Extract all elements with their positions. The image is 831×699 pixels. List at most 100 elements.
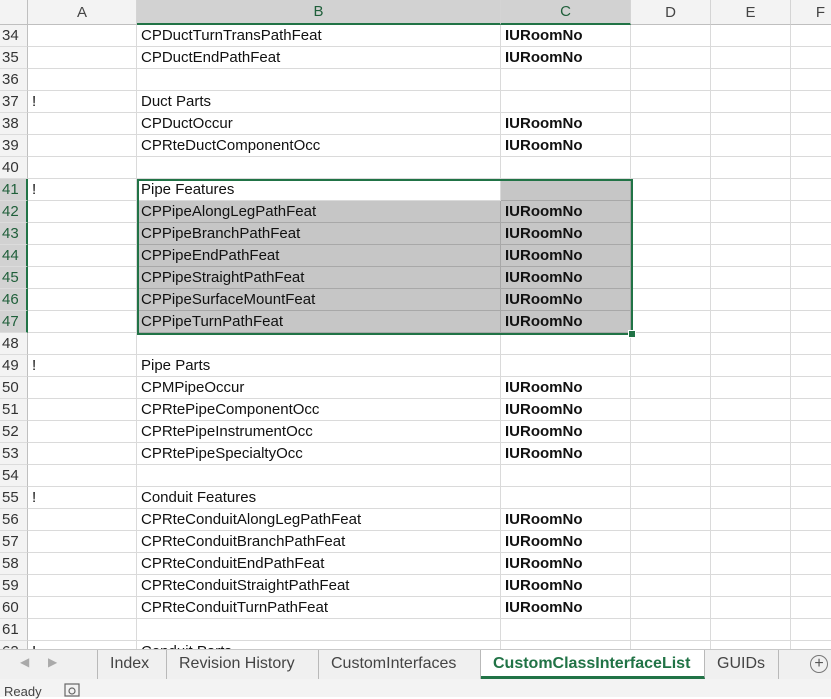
cell-e[interactable]: [711, 47, 791, 69]
cell-d[interactable]: [631, 421, 711, 443]
cell-a[interactable]: [28, 157, 137, 179]
cell-d[interactable]: [631, 179, 711, 201]
cell-c[interactable]: IURoomNo: [501, 223, 631, 245]
cell-f[interactable]: [791, 135, 831, 157]
cell-a[interactable]: !: [28, 641, 137, 649]
cell-b[interactable]: CPRteConduitStraightPathFeat: [137, 575, 501, 597]
row-header[interactable]: 62: [0, 641, 28, 649]
cell-c[interactable]: [501, 465, 631, 487]
cell-a[interactable]: [28, 289, 137, 311]
cell-f[interactable]: [791, 487, 831, 509]
macro-record-icon[interactable]: [64, 683, 80, 697]
sheet-tab-revision-history[interactable]: Revision History: [167, 650, 319, 679]
cell-f[interactable]: [791, 641, 831, 649]
cell-a[interactable]: [28, 113, 137, 135]
cell-a[interactable]: [28, 333, 137, 355]
cell-f[interactable]: [791, 157, 831, 179]
cell-e[interactable]: [711, 135, 791, 157]
cell-b[interactable]: CPRteConduitBranchPathFeat: [137, 531, 501, 553]
column-header-e[interactable]: E: [711, 0, 791, 25]
cell-e[interactable]: [711, 487, 791, 509]
cell-d[interactable]: [631, 641, 711, 649]
cell-b[interactable]: Pipe Features: [137, 179, 501, 201]
sheet-tab-guids[interactable]: GUIDs: [705, 650, 779, 679]
cell-d[interactable]: [631, 113, 711, 135]
cell-d[interactable]: [631, 465, 711, 487]
cell-f[interactable]: [791, 465, 831, 487]
cell-f[interactable]: [791, 69, 831, 91]
cell-e[interactable]: [711, 91, 791, 113]
row-header[interactable]: 54: [0, 465, 28, 487]
cell-e[interactable]: [711, 399, 791, 421]
row-header[interactable]: 61: [0, 619, 28, 641]
cell-c[interactable]: IURoomNo: [501, 135, 631, 157]
cell-e[interactable]: [711, 267, 791, 289]
row-header[interactable]: 57: [0, 531, 28, 553]
cell-b[interactable]: [137, 69, 501, 91]
cell-c[interactable]: IURoomNo: [501, 597, 631, 619]
cell-c[interactable]: IURoomNo: [501, 47, 631, 69]
cell-c[interactable]: [501, 619, 631, 641]
cell-a[interactable]: [28, 509, 137, 531]
cell-d[interactable]: [631, 399, 711, 421]
cell-c[interactable]: IURoomNo: [501, 113, 631, 135]
cell-d[interactable]: [631, 531, 711, 553]
cell-b[interactable]: CPPipeBranchPathFeat: [137, 223, 501, 245]
cell-f[interactable]: [791, 597, 831, 619]
cell-a[interactable]: [28, 575, 137, 597]
row-header[interactable]: 51: [0, 399, 28, 421]
cell-e[interactable]: [711, 333, 791, 355]
row-header[interactable]: 50: [0, 377, 28, 399]
column-header-f[interactable]: F: [791, 0, 831, 25]
cell-d[interactable]: [631, 201, 711, 223]
cell-b[interactable]: CPDuctTurnTransPathFeat: [137, 25, 501, 47]
row-header[interactable]: 39: [0, 135, 28, 157]
cell-e[interactable]: [711, 575, 791, 597]
column-header-c[interactable]: C: [501, 0, 631, 25]
cell-d[interactable]: [631, 69, 711, 91]
cell-b[interactable]: [137, 465, 501, 487]
cell-d[interactable]: [631, 443, 711, 465]
cell-b[interactable]: CPRtePipeSpecialtyOcc: [137, 443, 501, 465]
cell-e[interactable]: [711, 113, 791, 135]
cell-e[interactable]: [711, 311, 791, 333]
tab-scroll-right-icon[interactable]: ▶: [48, 655, 57, 669]
cell-a[interactable]: [28, 267, 137, 289]
cell-c[interactable]: [501, 487, 631, 509]
cell-c[interactable]: IURoomNo: [501, 311, 631, 333]
cell-c[interactable]: IURoomNo: [501, 377, 631, 399]
cell-b[interactable]: CPDuctOccur: [137, 113, 501, 135]
cell-d[interactable]: [631, 355, 711, 377]
cell-b[interactable]: Conduit Features: [137, 487, 501, 509]
cell-a[interactable]: !: [28, 91, 137, 113]
cell-c[interactable]: IURoomNo: [501, 421, 631, 443]
row-header[interactable]: 58: [0, 553, 28, 575]
cell-d[interactable]: [631, 223, 711, 245]
cell-b[interactable]: CPRtePipeInstrumentOcc: [137, 421, 501, 443]
cell-e[interactable]: [711, 443, 791, 465]
cell-f[interactable]: [791, 113, 831, 135]
cell-e[interactable]: [711, 179, 791, 201]
cell-f[interactable]: [791, 377, 831, 399]
cell-c[interactable]: [501, 355, 631, 377]
cell-e[interactable]: [711, 421, 791, 443]
cell-f[interactable]: [791, 245, 831, 267]
cell-c[interactable]: IURoomNo: [501, 509, 631, 531]
row-header[interactable]: 42: [0, 201, 28, 223]
cell-b[interactable]: CPRteConduitTurnPathFeat: [137, 597, 501, 619]
cell-c[interactable]: [501, 91, 631, 113]
cell-b[interactable]: CPDuctEndPathFeat: [137, 47, 501, 69]
cell-b[interactable]: CPPipeEndPathFeat: [137, 245, 501, 267]
cell-e[interactable]: [711, 355, 791, 377]
cell-d[interactable]: [631, 553, 711, 575]
cell-d[interactable]: [631, 311, 711, 333]
cell-c[interactable]: IURoomNo: [501, 267, 631, 289]
row-header[interactable]: 41: [0, 179, 28, 201]
cell-f[interactable]: [791, 223, 831, 245]
cell-c[interactable]: IURoomNo: [501, 443, 631, 465]
cell-c[interactable]: [501, 333, 631, 355]
add-sheet-icon[interactable]: +: [810, 655, 828, 673]
tab-scroll-left-icon[interactable]: ◀: [20, 655, 29, 669]
row-header[interactable]: 49: [0, 355, 28, 377]
cell-a[interactable]: [28, 245, 137, 267]
